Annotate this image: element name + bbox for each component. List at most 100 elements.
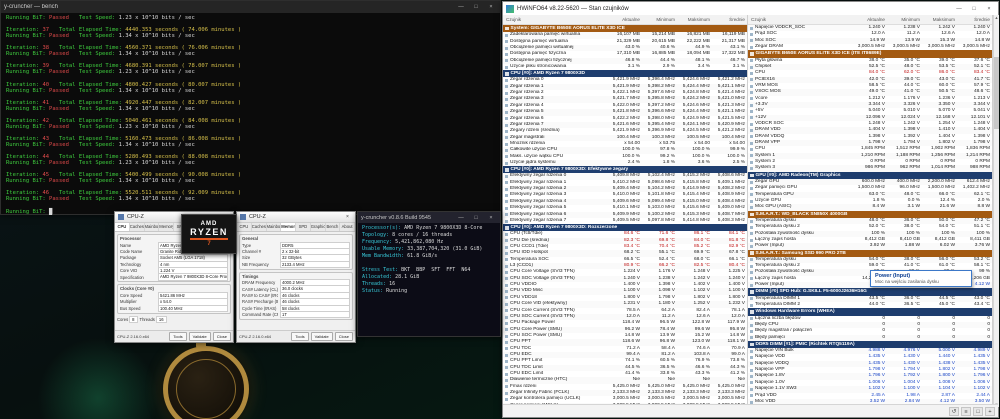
speed-value: 1.23 x 10^10 bits / sec: [119, 124, 195, 130]
field-value[interactable]: AMD Ryzen 7 9800X3D 8-Core Processor: [158, 273, 228, 280]
sensor-section-header[interactable]: Windows Hardware Errors (WHEA): [748, 308, 992, 315]
sensor-row-icon: [505, 200, 508, 203]
sensor-section-header[interactable]: System: GIGABYTE B650E AORUS ELITE X3D I…: [503, 25, 747, 32]
sensor-section-icon: [750, 52, 754, 56]
maximize-button[interactable]: □: [470, 1, 482, 13]
column-sensor[interactable]: Czujnik: [748, 15, 852, 24]
close-button[interactable]: ×: [485, 212, 497, 224]
tab-graphics[interactable]: Graphics: [311, 223, 326, 231]
close-button[interactable]: Close: [213, 332, 231, 341]
column-current[interactable]: Aktualne: [852, 15, 887, 24]
reset-values-icon[interactable]: ↺: [949, 407, 959, 416]
close-button[interactable]: ×: [983, 3, 995, 15]
sensor-row-icon: [505, 162, 508, 165]
tab-mainboard[interactable]: Mainboard: [267, 223, 282, 231]
ycruncher-body[interactable]: Processor(s): AMD Ryzen 7 9800X3D 8-Core…: [358, 223, 500, 297]
column-maximum[interactable]: Maksimum: [922, 15, 957, 24]
field-value[interactable]: 1T: [280, 311, 350, 318]
sensor-section-header[interactable]: DIMM [#0] SPD Hub: G.SKILL F5-6000J2636H…: [748, 288, 992, 295]
scrollbar[interactable]: ▲ ▼: [993, 15, 999, 407]
sensor-section-header[interactable]: DDR5 DIMM [#1]: PMIC (Richtek RTQ5119A): [748, 341, 992, 348]
sensor-row-icon: [750, 317, 753, 320]
terminal-body[interactable]: Running BiT: Passed Test Speed: 1.23 x 1…: [1, 13, 500, 217]
terminal-titlebar[interactable]: y-cruncher — bench — □ ×: [1, 1, 500, 13]
speed-value: 1.34 x 10^10 bits / sec: [119, 178, 195, 184]
sensor-section-header[interactable]: GIGABYTE B650E AORUS ELITE X3D ICE (ITE …: [748, 50, 992, 57]
scroll-up-icon[interactable]: ▲: [994, 15, 999, 20]
sensor-row-icon: [750, 388, 753, 391]
column-maximum[interactable]: Maksimum: [677, 15, 712, 24]
sensor-row-icon: [750, 336, 753, 339]
column-average[interactable]: Średnie: [712, 15, 747, 24]
sensor-value: 5,408.3 MHz: [712, 218, 747, 224]
maximize-button[interactable]: □: [470, 212, 482, 224]
minimize-button[interactable]: —: [455, 1, 467, 13]
sensor-section-header[interactable]: CPU [#0]: AMD Ryzen 7 9800X3D: Rozszerzo…: [503, 224, 747, 231]
sensor-section-icon: [505, 72, 509, 76]
scrollbar-thumb[interactable]: [994, 57, 999, 129]
tools-button[interactable]: Tools: [169, 332, 186, 341]
cpuz-titlebar[interactable]: CPU-Z ×: [237, 212, 355, 223]
ycruncher-title: y-cruncher v0.8.6 Build 9545: [361, 215, 452, 221]
sensor-section-header[interactable]: CPU [#0]: AMD Ryzen 7 9800X3D: [503, 70, 747, 77]
sensor-row-icon: [505, 373, 508, 376]
sensor-value: 0: [957, 335, 992, 341]
tab-memory[interactable]: Memory: [281, 223, 296, 231]
sensor-row-icon: [505, 303, 508, 306]
sensor-section-header[interactable]: S.M.A.R.T.: Samsung SSD 990 PRO 2TB: [748, 250, 992, 257]
sensor-value: 3.6 %: [677, 160, 712, 166]
minimize-button[interactable]: —: [455, 212, 467, 224]
speed-label: Test Speed:: [69, 33, 119, 39]
column-minimum[interactable]: Minimum: [887, 15, 922, 24]
close-button[interactable]: ×: [343, 212, 352, 222]
tab-about[interactable]: About: [340, 223, 355, 231]
logging-icon[interactable]: ≡: [961, 407, 971, 416]
sensor-row-icon: [750, 129, 753, 132]
bit-label: Running BiT:: [6, 142, 49, 148]
sensor-section-header[interactable]: S.M.A.R.T.: WD_BLACK SN850X 4000GB: [748, 211, 992, 218]
sensor-row-icon: [750, 85, 753, 88]
sensor-row-icon: [505, 149, 508, 152]
speed-label: Test Speed:: [69, 88, 119, 94]
tab-cpu[interactable]: CPU: [237, 223, 252, 231]
maximize-button[interactable]: □: [968, 3, 980, 15]
sensor-section-title: DDR5 DIMM [#1]: PMIC (Richtek RTQ5119A): [756, 341, 855, 348]
column-sensor[interactable]: Czujnik: [503, 15, 607, 24]
tab-cpu[interactable]: CPU: [115, 223, 130, 231]
ycruncher-titlebar[interactable]: y-cruncher v0.8.6 Build 9545 — □ ×: [358, 212, 500, 223]
validate-button[interactable]: Validate: [189, 332, 211, 341]
sensor-section-header[interactable]: GPU [#0]: AMD Radeon(TM) Graphics: [748, 172, 992, 179]
tab-mainboard[interactable]: Mainboard: [145, 223, 160, 231]
settings-gear-icon[interactable]: +: [985, 407, 995, 416]
tab-memory[interactable]: Memory: [159, 223, 174, 231]
sensor-row-icon: [750, 277, 753, 280]
column-current[interactable]: Aktualne: [607, 15, 642, 24]
info-value: Running: [383, 288, 407, 294]
layout-icon[interactable]: □: [973, 407, 983, 416]
sensor-row-icon: [505, 124, 508, 127]
column-minimum[interactable]: Minimum: [642, 15, 677, 24]
tab-spd[interactable]: SPD: [296, 223, 311, 231]
validate-button[interactable]: Validate: [311, 332, 333, 341]
wallpaper-green-glow: [28, 338, 168, 419]
column-average[interactable]: Średnie: [957, 15, 992, 24]
sensor-row-icon: [750, 110, 753, 113]
sensor-row-icon: [750, 265, 753, 268]
close-button[interactable]: ×: [485, 1, 497, 13]
sensor-row-icon: [750, 232, 753, 235]
minimize-button[interactable]: —: [953, 3, 965, 15]
tools-button[interactable]: Tools: [291, 332, 308, 341]
tab-caches[interactable]: Caches: [252, 223, 267, 231]
hwinfo-app-icon: [506, 5, 514, 13]
hwinfo-titlebar[interactable]: HWiNFO64 v8.22-5620 — Stan czujników — □…: [503, 2, 998, 16]
sensor-row-icon: [505, 47, 508, 50]
sensor-section-header[interactable]: CPU [#0]: AMD Ryzen 7 9800X3D: Efektywne…: [503, 166, 747, 173]
sensor-row-icon: [505, 296, 508, 299]
sensor-row-icon: [505, 233, 508, 236]
field-value[interactable]: 100.40 MHz: [158, 305, 228, 312]
tab-bench[interactable]: Bench: [326, 223, 341, 231]
close-button[interactable]: Close: [335, 332, 353, 341]
tab-caches[interactable]: Caches: [130, 223, 145, 231]
field-value[interactable]: 2133.4 MHz: [280, 261, 350, 268]
sensor-row-icon: [750, 78, 753, 81]
